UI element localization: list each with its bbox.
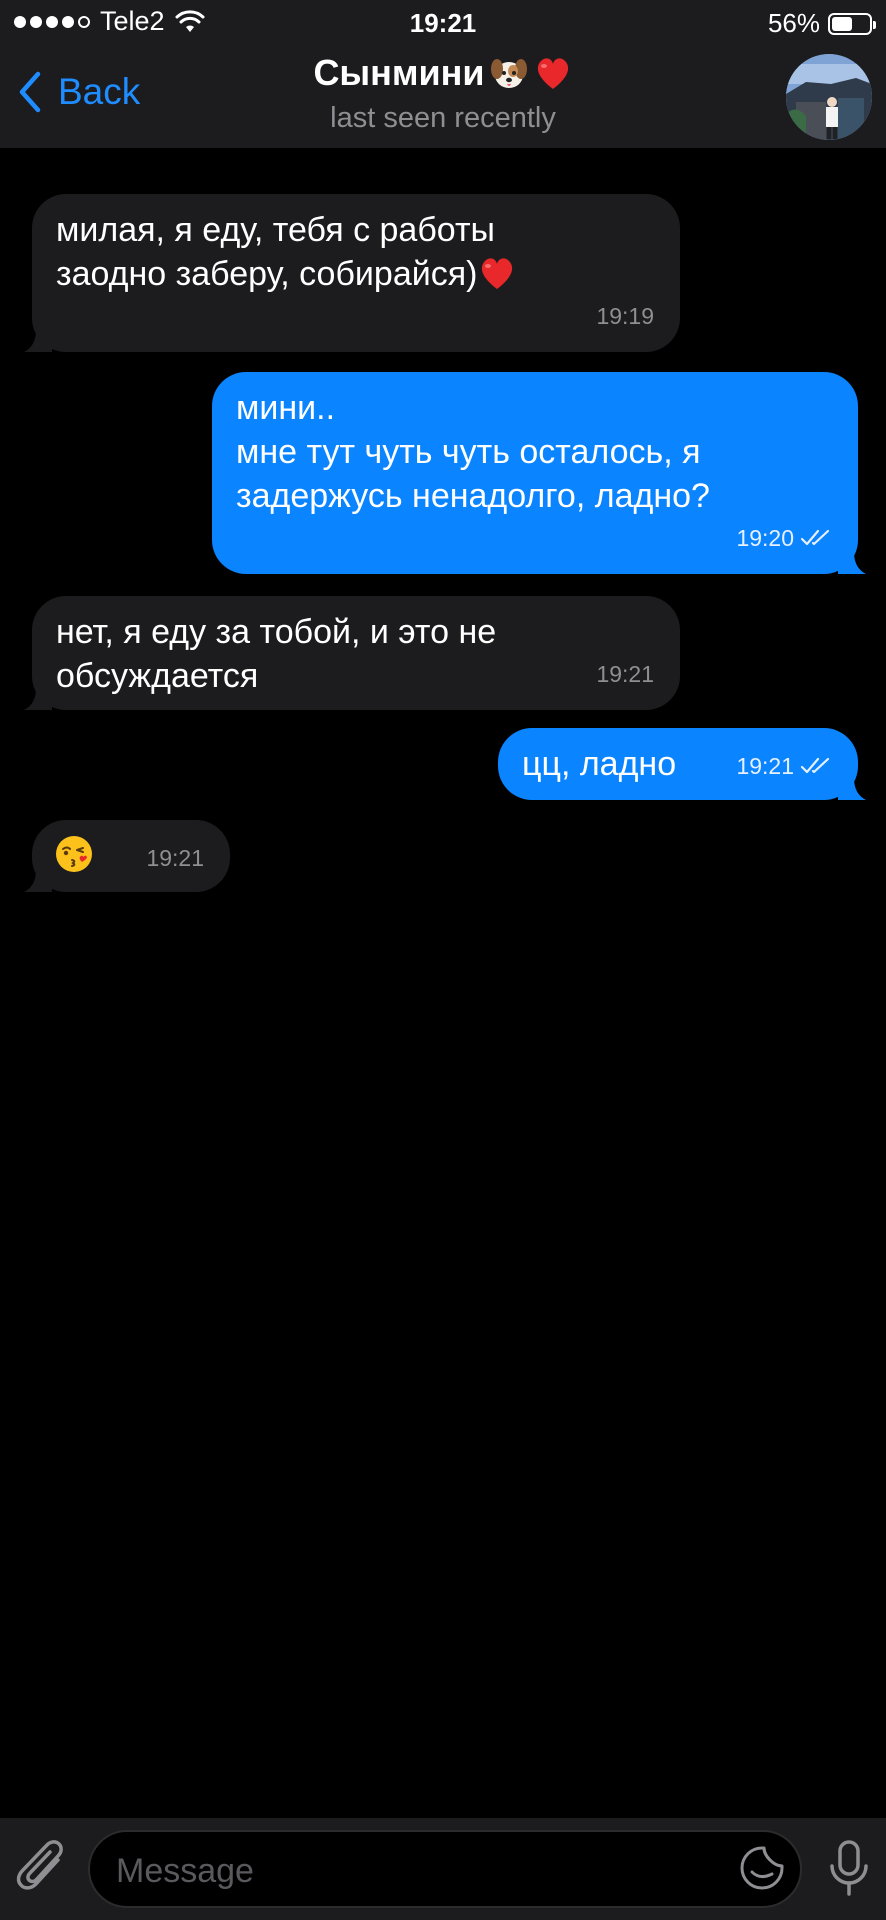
message-time-text: 19:20	[736, 525, 794, 551]
incoming-message[interactable]: 19:21	[24, 820, 230, 892]
message-time: 19:20	[736, 516, 832, 560]
message-time: 19:21	[146, 845, 204, 871]
bubble-tail	[838, 552, 866, 574]
bubble-tail	[24, 330, 52, 352]
outgoing-message[interactable]: мини.. мне тут чуть чуть осталось, я зад…	[212, 372, 866, 574]
heart-emoji-icon	[537, 58, 568, 89]
battery-icon	[828, 12, 876, 35]
chat-title: Сынмини	[313, 52, 572, 94]
status-bar: Tele2 19:21 56%	[0, 0, 886, 48]
message-text: милая, я еду, тебя с работы заодно забер…	[56, 211, 495, 293]
last-seen-status: last seen recently	[330, 102, 556, 134]
battery-percent: 56%	[767, 8, 820, 38]
message-input-bar	[0, 1818, 886, 1920]
avatar-photo	[786, 54, 872, 140]
message-time: 19:19	[596, 303, 654, 329]
incoming-message[interactable]: нет, я еду за тобой, и это не обсуждаетс…	[24, 596, 680, 710]
message-text: мини.. мне тут чуть чуть осталось, я зад…	[236, 389, 710, 515]
mic-icon[interactable]	[826, 1838, 872, 1900]
message-field[interactable]	[88, 1830, 802, 1908]
heart-emoji-icon	[482, 258, 513, 289]
status-time: 19:21	[409, 8, 477, 38]
message-time: 19:21	[736, 744, 832, 788]
chat-title-text: Сынмини	[313, 52, 485, 93]
chat-header: Back Сынмини last seen recently	[0, 48, 886, 148]
attach-icon[interactable]	[14, 1838, 72, 1900]
bubble-tail	[24, 688, 52, 710]
message-time: 19:21	[596, 661, 654, 687]
message-input[interactable]	[114, 1842, 718, 1900]
bubble-tail	[838, 778, 866, 800]
double-check-icon	[800, 529, 830, 546]
incoming-message[interactable]: милая, я еду, тебя с работы заодно забер…	[24, 194, 680, 352]
dog-emoji-icon	[490, 59, 527, 88]
avatar[interactable]	[786, 54, 872, 140]
message-time-text: 19:21	[736, 753, 794, 779]
status-right: 56%	[767, 8, 876, 39]
kiss-emoji-icon	[56, 836, 92, 872]
message-text: нет, я еду за тобой, и это не обсуждаетс…	[56, 613, 497, 695]
bubble-tail	[24, 870, 52, 892]
message-text: цц, ладно	[522, 745, 677, 783]
chat-title-area[interactable]: Сынмини last seen recently	[0, 52, 886, 135]
sticker-icon[interactable]	[738, 1844, 786, 1892]
outgoing-message[interactable]: цц, ладно 19:21	[498, 728, 866, 800]
double-check-icon	[800, 757, 830, 774]
